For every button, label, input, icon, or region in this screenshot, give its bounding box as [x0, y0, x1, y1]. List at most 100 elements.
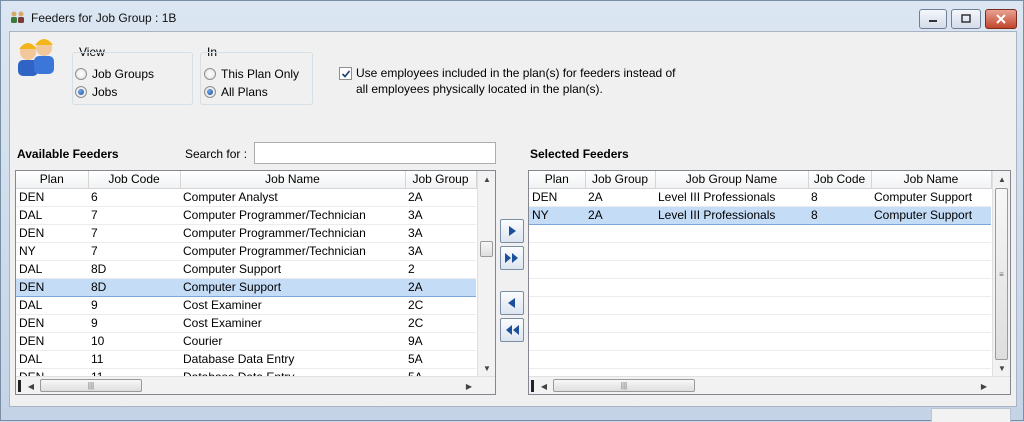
table-cell: 9: [88, 296, 180, 315]
scroll-thumb[interactable]: |||: [40, 379, 142, 392]
table-cell: [808, 242, 871, 261]
radio-button-selected[interactable]: [75, 86, 87, 98]
table-cell: [655, 242, 808, 261]
in-all-plans-option[interactable]: All Plans: [204, 84, 268, 100]
scroll-up-icon[interactable]: ▲: [480, 172, 494, 186]
table-row[interactable]: DAL 8D Computer Support 2: [16, 260, 476, 279]
available-feeders-rows: DEN 6 Computer Analyst 2A DAL 7 Computer Progr…: [16, 188, 476, 387]
add-selected-button[interactable]: [500, 219, 524, 243]
column-header-plan[interactable]: Plan: [16, 171, 89, 189]
table-cell: 8: [808, 205, 871, 225]
table-row[interactable]: DEN 8D Computer Support 2A: [16, 277, 476, 297]
table-cell: 2: [405, 260, 476, 279]
scroll-down-icon[interactable]: ▼: [480, 361, 494, 375]
use-employees-checkbox[interactable]: [339, 67, 352, 80]
column-header-job-group[interactable]: Job Group: [585, 171, 656, 189]
in-this-plan-only-option[interactable]: This Plan Only: [204, 66, 299, 82]
table-row[interactable]: NY 7 Computer Programmer/Technician 3A: [16, 242, 476, 261]
table-cell: Database Data Entry: [180, 350, 405, 369]
table-cell: [655, 296, 808, 315]
column-header-job-code[interactable]: Job Code: [808, 171, 872, 189]
empty-table-row: [529, 350, 991, 369]
column-header-job-code[interactable]: Job Code: [88, 171, 181, 189]
table-cell: DAL: [16, 260, 88, 279]
partial-footer-button[interactable]: [931, 408, 1011, 422]
table-row[interactable]: DEN 2A Level III Professionals 8 Computer Su…: [529, 188, 991, 207]
table-row[interactable]: DAL 9 Cost Examiner 2C: [16, 296, 476, 315]
radio-button[interactable]: [75, 68, 87, 80]
table-cell: [871, 332, 991, 351]
use-employees-label-line2: all employees physically located in the …: [356, 82, 603, 96]
table-row[interactable]: NY 2A Level III Professionals 8 Computer Sup…: [529, 205, 991, 225]
minimize-button[interactable]: [919, 9, 947, 29]
table-row[interactable]: DEN 10 Courier 9A: [16, 332, 476, 351]
table-cell: [529, 332, 585, 351]
empty-table-row: [529, 260, 991, 279]
table-row[interactable]: DEN 9 Cost Examiner 2C: [16, 314, 476, 333]
table-cell: Computer Analyst: [180, 188, 405, 207]
table-row[interactable]: DAL 7 Computer Programmer/Technician 3A: [16, 206, 476, 225]
table-cell: [871, 314, 991, 333]
maximize-button[interactable]: [951, 9, 981, 29]
remove-selected-button[interactable]: [500, 291, 524, 315]
table-cell: 3A: [405, 242, 476, 261]
column-header-plan[interactable]: Plan: [529, 171, 586, 189]
table-cell: [871, 224, 991, 243]
title-bar[interactable]: Feeders for Job Group : 1B: [1, 1, 1023, 31]
table-cell: 11: [88, 350, 180, 369]
scroll-right-icon[interactable]: ▶: [462, 379, 476, 393]
scroll-thumb[interactable]: |||: [553, 379, 695, 392]
column-header-job-name[interactable]: Job Name: [871, 171, 992, 189]
table-cell: Level III Professionals: [655, 188, 808, 207]
table-cell: DEN: [16, 332, 88, 351]
scroll-right-icon[interactable]: ▶: [977, 379, 991, 393]
table-cell: [529, 224, 585, 243]
checkmark-icon: [341, 69, 350, 78]
radio-label: Jobs: [92, 85, 118, 99]
window-title: Feeders for Job Group : 1B: [31, 11, 177, 25]
close-button[interactable]: [985, 9, 1017, 29]
table-cell: Computer Programmer/Technician: [180, 242, 405, 261]
table-cell: Computer Support: [180, 260, 405, 279]
selected-feeders-grid[interactable]: Plan Job Group Job Group Name Job Code J…: [528, 170, 1011, 395]
table-cell: 9A: [405, 332, 476, 351]
scroll-thumb[interactable]: ≡: [995, 188, 1008, 360]
view-jobs-option[interactable]: Jobs: [75, 84, 117, 100]
radio-button[interactable]: [204, 68, 216, 80]
selected-horizontal-scrollbar[interactable]: ◀ ||| ▶: [529, 376, 1010, 394]
column-header-job-group[interactable]: Job Group: [405, 171, 477, 189]
table-row[interactable]: DEN 7 Computer Programmer/Technician 3A: [16, 224, 476, 243]
table-cell: [585, 350, 655, 369]
search-input[interactable]: [254, 142, 496, 164]
available-vertical-scrollbar[interactable]: ▲ ▼: [477, 171, 495, 376]
table-cell: [529, 278, 585, 297]
scroll-thumb[interactable]: [480, 241, 493, 257]
table-row[interactable]: DEN 6 Computer Analyst 2A: [16, 188, 476, 207]
available-horizontal-scrollbar[interactable]: ◀ ||| ▶: [16, 376, 495, 394]
dialog-client-area: View Job Groups Jobs In This Plan Only A…: [9, 31, 1017, 407]
available-feeders-grid[interactable]: Plan Job Code Job Name Job Group DEN 6 Com…: [15, 170, 496, 395]
scroll-left-icon[interactable]: ◀: [24, 379, 38, 393]
add-all-button[interactable]: [500, 246, 524, 270]
radio-button-selected[interactable]: [204, 86, 216, 98]
column-header-job-name[interactable]: Job Name: [180, 171, 406, 189]
table-cell: Computer Programmer/Technician: [180, 224, 405, 243]
maximize-icon: [961, 14, 971, 23]
minimize-icon: [929, 20, 937, 22]
table-header-row: Plan Job Group Job Group Name Job Code J…: [529, 171, 992, 189]
arrow-right-icon: [509, 226, 516, 236]
view-job-groups-option[interactable]: Job Groups: [75, 66, 154, 82]
table-cell: [808, 350, 871, 369]
table-cell: 3A: [405, 206, 476, 225]
selected-vertical-scrollbar[interactable]: ▲ ≡ ▼: [992, 171, 1010, 376]
use-employees-label-line1: Use employees included in the plan(s) fo…: [356, 66, 676, 80]
table-cell: [529, 260, 585, 279]
selected-feeders-table: Plan Job Group Job Group Name Job Code J…: [529, 171, 992, 369]
scroll-up-icon[interactable]: ▲: [995, 172, 1009, 186]
remove-all-button[interactable]: [500, 318, 524, 342]
table-row[interactable]: DAL 11 Database Data Entry 5A: [16, 350, 476, 369]
scroll-down-icon[interactable]: ▼: [995, 361, 1009, 375]
scroll-left-icon[interactable]: ◀: [537, 379, 551, 393]
table-cell: DEN: [16, 314, 88, 333]
column-header-job-group-name[interactable]: Job Group Name: [655, 171, 809, 189]
